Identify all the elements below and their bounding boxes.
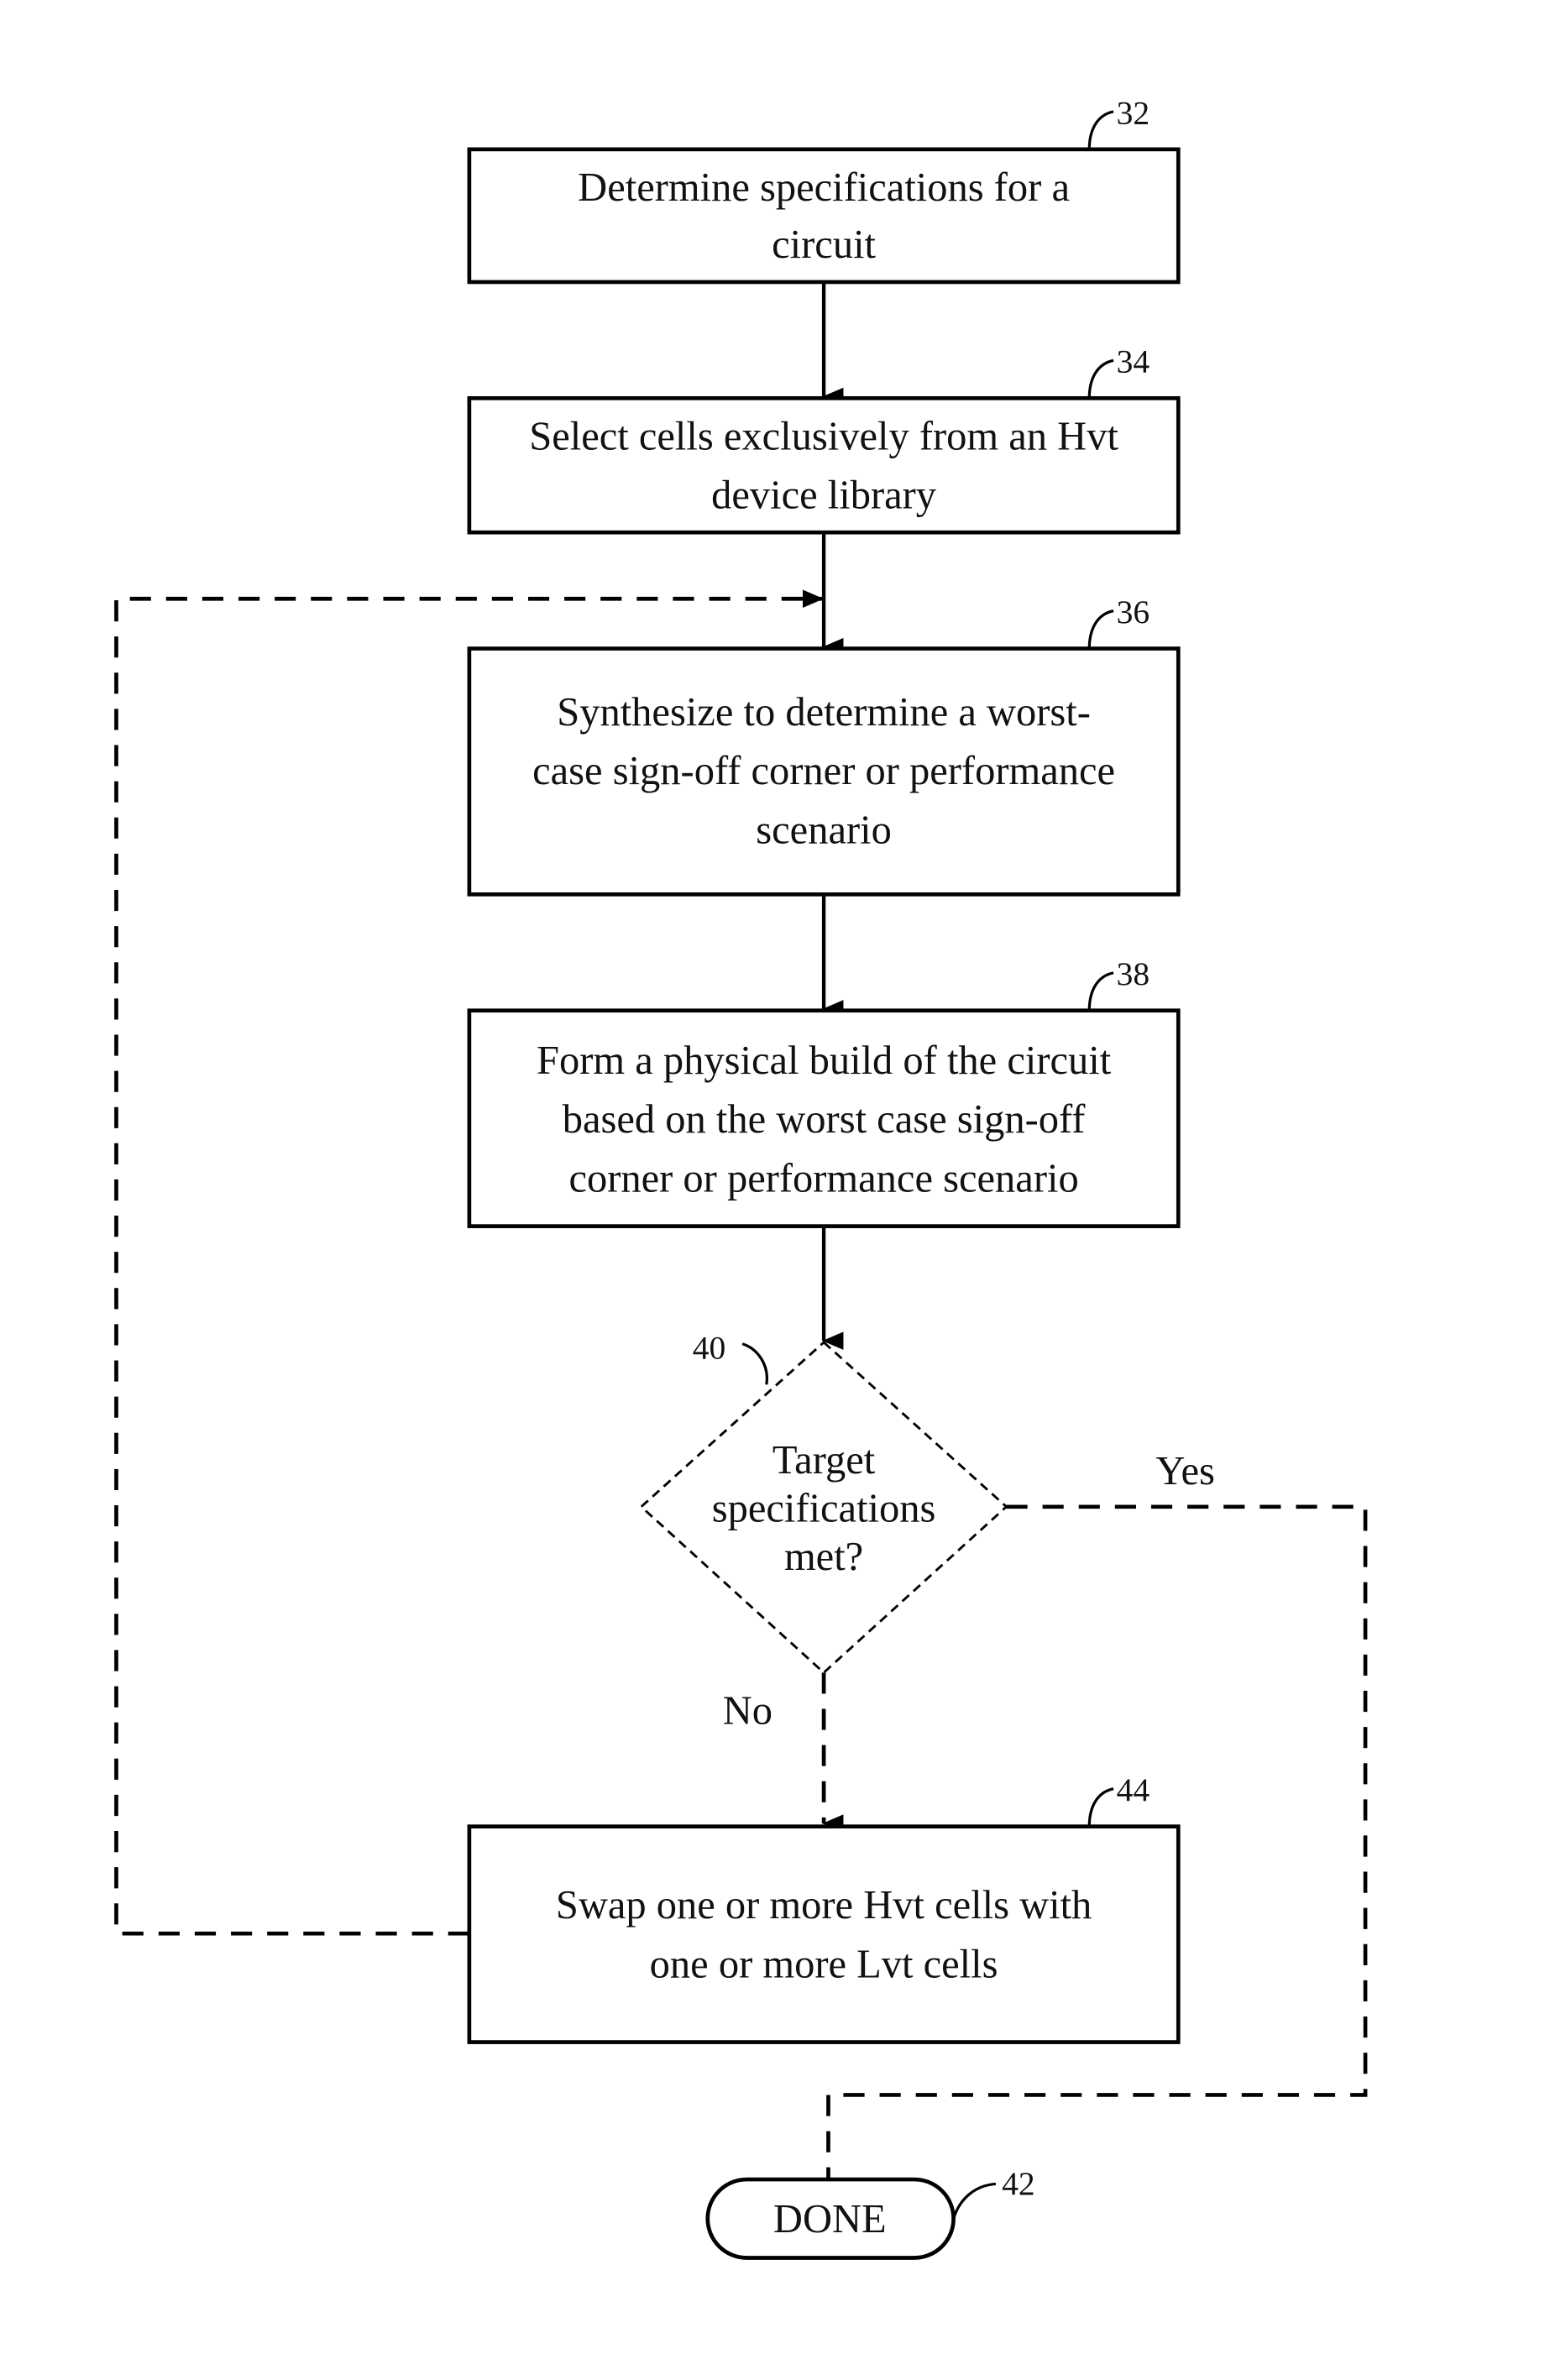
step-32: Determine specifications for a circuit 3… [467, 94, 1181, 285]
ref-leader [1087, 609, 1114, 649]
ref-34: 34 [1117, 343, 1150, 380]
ref-40: 40 [693, 1330, 726, 1367]
ref-leader [1087, 358, 1114, 399]
step-44: Swap one or more Hvt cells with one or m… [467, 1771, 1181, 2044]
step-34-line-1: Select cells exclusively from an Hvt [529, 414, 1118, 458]
step-34-line-2: device library [711, 473, 937, 517]
step-38-line-3: corner or performance scenario [568, 1156, 1078, 1200]
ref-leader [1087, 1787, 1114, 1827]
terminal-done: DONE 42 [705, 2165, 1035, 2260]
ref-leader [952, 2182, 997, 2220]
ref-42: 42 [1002, 2165, 1035, 2202]
flowchart: Determine specifications for a circuit 3… [114, 94, 1368, 2260]
ref-32: 32 [1117, 94, 1150, 131]
step-36-line-1: Synthesize to determine a worst- [557, 690, 1091, 735]
step-44-line-2: one or more Lvt cells [650, 1942, 998, 1986]
ref-leader [1087, 971, 1114, 1011]
step-32-line-1: Determine specifications for a [578, 165, 1070, 210]
ref-38: 38 [1117, 955, 1150, 992]
step-44-line-1: Swap one or more Hvt cells with [556, 1883, 1092, 1928]
ref-44: 44 [1117, 1771, 1150, 1808]
decision-line-1: Target [772, 1438, 876, 1483]
done-label: DONE [773, 2197, 887, 2241]
step-36-line-2: case sign-off corner or performance [532, 749, 1115, 793]
ref-36: 36 [1117, 594, 1150, 630]
ref-leader [1087, 110, 1114, 149]
ref-leader [741, 1342, 768, 1385]
step-38-line-1: Form a physical build of the circuit [537, 1038, 1112, 1083]
step-38-line-2: based on the worst case sign-off [563, 1097, 1087, 1142]
step-36-line-3: scenario [756, 808, 892, 852]
decision-line-2: specifications [712, 1487, 936, 1531]
step-32-line-2: circuit [772, 222, 876, 267]
no-label: No [723, 1688, 772, 1733]
decision-line-3: met? [784, 1535, 863, 1579]
decision-40: Target specifications met? 40 [639, 1330, 1008, 1675]
yes-label: Yes [1155, 1449, 1215, 1493]
